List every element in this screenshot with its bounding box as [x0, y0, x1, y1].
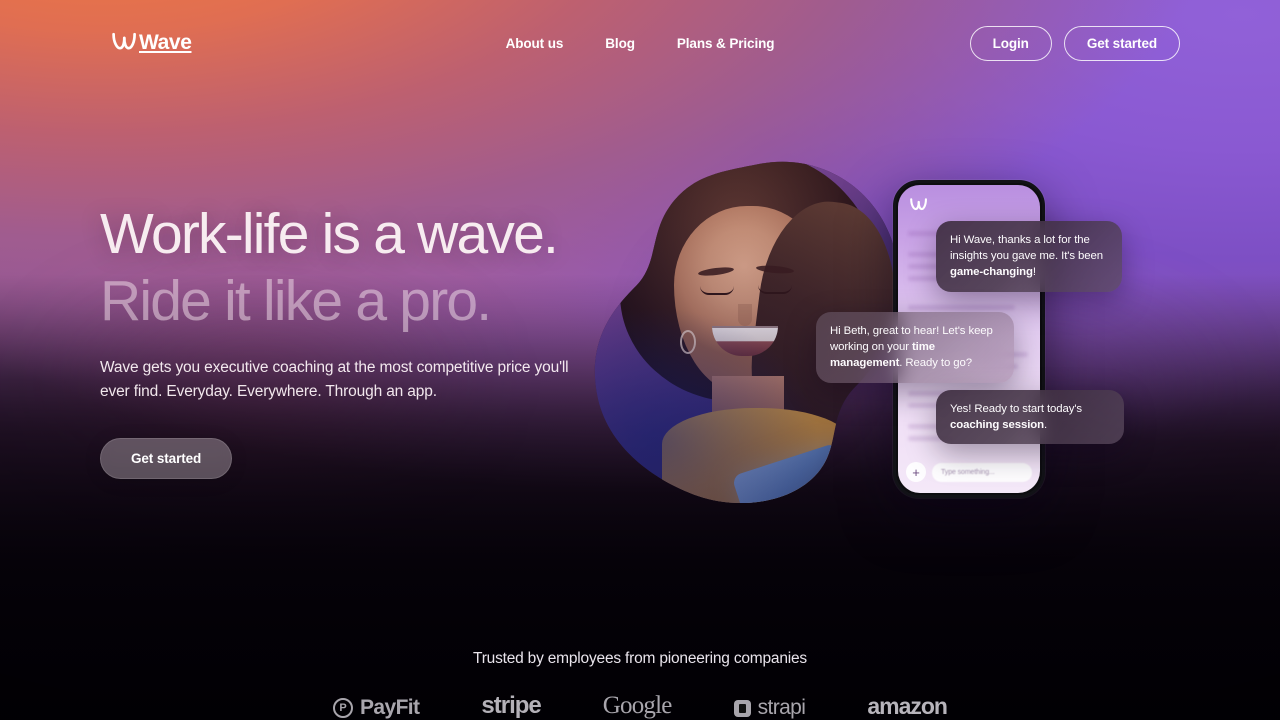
hero-visual: + Type something... Hi Wave, thanks a lo… [588, 150, 1168, 520]
logo-stripe-text: stripe [481, 692, 541, 719]
chat-bubble-user-2: Yes! Ready to start today's coaching ses… [936, 390, 1124, 445]
logo-payfit: P PayFit [333, 696, 420, 720]
strapi-mark-icon [733, 699, 751, 717]
nav-link-about-us[interactable]: About us [506, 36, 564, 51]
partner-logo-row: P PayFit stripe Google strapi amazon [0, 692, 1280, 720]
site-header: Wave About us Blog Plans & Pricing Login… [0, 0, 1280, 86]
nav-link-plans-pricing[interactable]: Plans & Pricing [677, 36, 775, 51]
hero-get-started-button[interactable]: Get started [100, 437, 233, 479]
hero-section: Work-life is a wave. Ride it like a pro.… [100, 206, 660, 479]
chat-bubble-user-1: Hi Wave, thanks a lot for the insights y… [936, 221, 1122, 292]
logo-amazon: amazon [867, 693, 948, 720]
header-actions: Login Get started [969, 25, 1180, 61]
brand-name: Wave [139, 31, 192, 54]
hero-headline-line-2: Ride it like a pro. [100, 269, 492, 333]
brand-logo[interactable]: Wave [112, 31, 192, 56]
chat-bubble-coach-1: Hi Beth, great to hear! Let's keep worki… [816, 312, 1014, 383]
trusted-by-section: Trusted by employees from pioneering com… [0, 650, 1280, 720]
nav-link-blog[interactable]: Blog [605, 36, 635, 51]
logo-google-text: Google [602, 692, 673, 719]
phone-message-input[interactable]: Type something... [932, 462, 1032, 482]
phone-wave-logo-icon [910, 197, 927, 216]
logo-payfit-text: PayFit [360, 696, 420, 719]
logo-amazon-text: amazon [867, 693, 948, 719]
header-get-started-button[interactable]: Get started [1063, 25, 1180, 61]
logo-strapi: strapi [733, 696, 806, 720]
plus-icon[interactable]: + [906, 462, 926, 482]
logo-google: Google [602, 692, 673, 720]
hero-headline-line-1: Work-life is a wave. [100, 202, 559, 266]
hero-subheadline: Wave gets you executive coaching at the … [100, 359, 569, 401]
trusted-by-label: Trusted by employees from pioneering com… [473, 650, 807, 667]
login-button[interactable]: Login [969, 25, 1052, 61]
wave-logo-icon [112, 31, 136, 56]
logo-stripe: stripe [481, 692, 541, 720]
phone-composer: + Type something... [906, 461, 1032, 483]
payfit-mark-icon: P [333, 698, 353, 718]
hero-headline: Work-life is a wave. Ride it like a pro. [100, 206, 660, 330]
logo-strapi-text: strapi [757, 696, 806, 719]
